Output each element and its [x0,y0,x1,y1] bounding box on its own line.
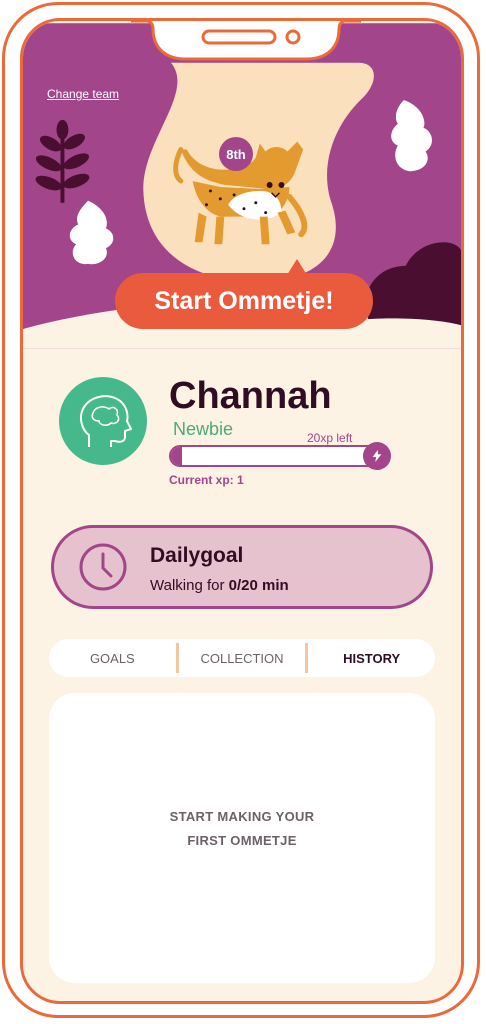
tab-bar: GOALS COLLECTION HISTORY [49,639,435,677]
profile-level: Newbie [173,419,234,439]
tab-goals[interactable]: GOALS [49,651,176,666]
phone-notch [131,21,361,61]
daily-goal-subtitle-prefix: Walking for [150,577,229,594]
start-ommetje-button[interactable]: Start Ommetje! [115,273,373,329]
tab-collection[interactable]: COLLECTION [179,651,306,666]
daily-goal-subtitle: Walking for 0/20 min [150,577,289,594]
xp-progress-bar [169,445,383,467]
daily-goal-card[interactable]: Dailygoal Walking for 0/20 min [51,525,433,609]
profile-name: Channah [169,375,332,417]
phone-screen: Change team 8th Start Ommetje! Channah N… [20,18,464,1004]
tab-history[interactable]: HISTORY [308,651,435,666]
empty-line-2: FIRST OMMETJE [187,833,297,848]
empty-line-1: START MAKING YOUR [169,809,315,824]
xp-left-label: 20xp left [307,431,353,445]
change-team-link[interactable]: Change team [47,87,119,101]
xp-progress-fill [171,447,182,465]
daily-goal-progress: 0/20 min [228,577,289,594]
avatar[interactable] [59,377,147,465]
lightning-icon [363,442,391,470]
history-empty-state: START MAKING YOUR FIRST OMMETJE [49,805,435,853]
rank-badge: 8th [219,137,253,171]
daily-goal-title: Dailygoal [150,544,244,567]
history-panel: START MAKING YOUR FIRST OMMETJE [49,693,435,983]
current-xp-label: Current xp: 1 [169,473,244,487]
clock-icon [79,543,127,591]
head-profile-icon [80,395,132,447]
